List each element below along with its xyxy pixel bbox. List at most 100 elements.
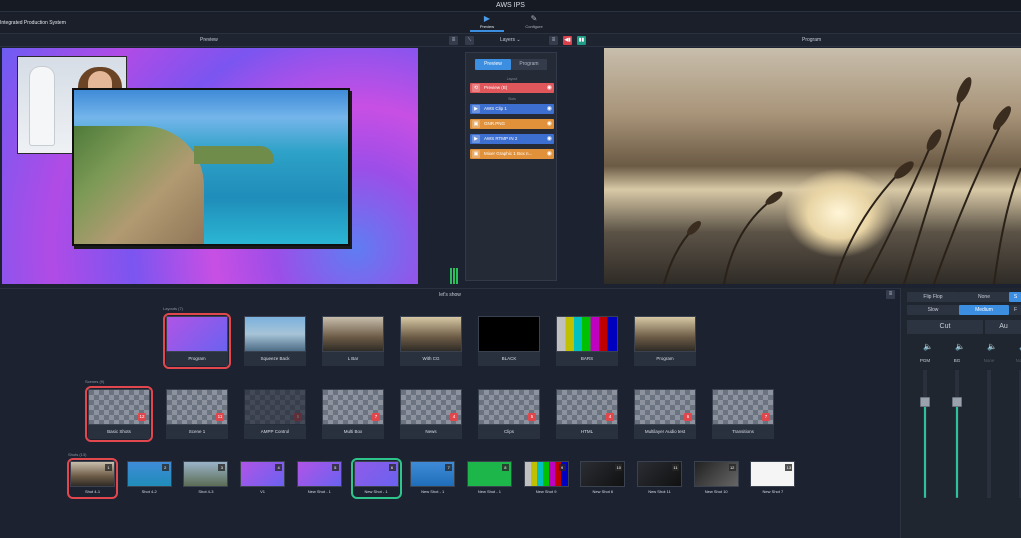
shot-card[interactable]: 12 New Shot 10 bbox=[693, 461, 739, 496]
scene-label: AMPP Control bbox=[244, 425, 306, 439]
layers-tab-program[interactable]: Program bbox=[511, 59, 547, 70]
layout-thumbnail bbox=[478, 316, 540, 352]
layout-card[interactable]: With CG bbox=[400, 316, 462, 366]
record-icon[interactable]: ◀▮ bbox=[563, 36, 572, 45]
speaker-icon[interactable]: 🔈 bbox=[923, 342, 933, 351]
layout-card[interactable]: Squeeze Back bbox=[244, 316, 306, 366]
scene-card[interactable]: 4 News bbox=[400, 389, 462, 439]
scene-card[interactable]: 6 Multilayer Audio test bbox=[634, 389, 696, 439]
shot-thumbnail: 4 bbox=[240, 461, 286, 487]
auto-button[interactable]: Au bbox=[985, 320, 1021, 334]
shot-label: New Shot 11 bbox=[648, 489, 671, 494]
preview-icon: ▶ bbox=[483, 14, 491, 23]
title-bar: AWS IPS bbox=[0, 0, 1021, 12]
eye-icon[interactable]: ◉ bbox=[547, 104, 552, 114]
shot-card[interactable]: 3 Shot 4-3 bbox=[183, 461, 229, 496]
speed-medium[interactable]: Medium bbox=[959, 305, 1009, 315]
fader-track[interactable] bbox=[987, 370, 991, 498]
audio-channel-strip: 🔈 PGM bbox=[915, 340, 943, 536]
layer-type-icon: ▣ bbox=[472, 150, 480, 158]
shot-card[interactable]: 7 New Shot - 1 bbox=[410, 461, 456, 496]
layers-panel: Preview Program Layout ⟲ Preview (B) ◉ Slo… bbox=[465, 52, 557, 281]
scene-thumbnail: 11 bbox=[166, 389, 228, 425]
shot-number: 3 bbox=[218, 464, 226, 471]
scene-card[interactable]: 7 Transitions bbox=[712, 389, 774, 439]
stats-icon[interactable]: ▮▮ bbox=[577, 36, 586, 45]
scene-count-badge: 4 bbox=[450, 413, 458, 421]
layout-label: Program bbox=[634, 352, 696, 366]
preview-monitor[interactable] bbox=[2, 48, 418, 284]
layer-type-icon: ▶ bbox=[472, 135, 480, 143]
nav-preview-button[interactable]: ▶ Preview bbox=[470, 14, 504, 32]
layout-card[interactable]: Program bbox=[163, 313, 231, 369]
shot-card[interactable]: 10 New Shot 6 bbox=[580, 461, 626, 496]
eye-icon[interactable]: ◉ bbox=[547, 119, 552, 129]
scenes-label: Scenes (9) bbox=[85, 379, 105, 384]
shot-card[interactable]: 4 V1 bbox=[240, 461, 286, 496]
layer-label: AWS Clip 1 bbox=[484, 106, 507, 111]
scene-label: Scene 1 bbox=[166, 425, 228, 439]
scene-card[interactable]: 7 Multi Box bbox=[322, 389, 384, 439]
scene-count-badge: 6 bbox=[684, 413, 692, 421]
fader-knob[interactable] bbox=[952, 397, 962, 408]
shot-card[interactable]: 6 New Shot - 1 bbox=[350, 458, 402, 499]
scene-card[interactable]: 5 AMPP Control bbox=[244, 389, 306, 439]
scene-card[interactable]: 5 Clips bbox=[478, 389, 540, 439]
speaker-icon[interactable]: 🔈 bbox=[987, 342, 997, 351]
layer-item[interactable]: ▣ Mixer Graphic 1 Box n... ◉ bbox=[470, 149, 554, 159]
scene-label: HTML bbox=[556, 425, 618, 439]
layers-tab-preview[interactable]: Preview bbox=[475, 59, 511, 70]
shot-card[interactable]: 8 New Shot - 1 bbox=[466, 461, 512, 496]
shot-card[interactable]: 11 New Shot 11 bbox=[637, 461, 682, 496]
mannequin-shape bbox=[30, 67, 54, 145]
shot-label: New Shot 10 bbox=[704, 489, 728, 494]
scene-label: Multi Box bbox=[322, 425, 384, 439]
layout-card[interactable]: Program bbox=[634, 316, 696, 366]
audio-channel-strip: 🔈 BG bbox=[947, 340, 975, 536]
layout-card[interactable]: BARS bbox=[556, 316, 618, 366]
program-menu-icon[interactable]: ≡ bbox=[549, 36, 558, 45]
speed-slow[interactable]: Slow bbox=[907, 305, 959, 315]
scene-count-badge: 12 bbox=[138, 413, 146, 421]
shot-label: V1 bbox=[260, 489, 266, 494]
preview-section-title: Preview bbox=[200, 37, 218, 43]
layer-item[interactable]: ▣ GNR.PNG ◉ bbox=[470, 119, 554, 129]
layout-card[interactable]: BLACK bbox=[478, 316, 540, 366]
eye-icon[interactable]: ◉ bbox=[547, 134, 552, 144]
layers-dropdown[interactable]: Layers ⌄ bbox=[500, 34, 521, 47]
program-monitor[interactable] bbox=[604, 48, 1021, 284]
shot-card[interactable]: 13 New Shot 7 bbox=[750, 461, 796, 496]
layer-type-icon: ▣ bbox=[472, 120, 480, 128]
shot-card[interactable]: 1 Shot 4-1 bbox=[67, 458, 118, 499]
layer-item[interactable]: ⟲ Preview (B) ◉ bbox=[470, 83, 554, 93]
transition-none[interactable]: None bbox=[959, 292, 1009, 302]
layers-group-layout: Layout bbox=[506, 77, 518, 81]
layer-item[interactable]: ▶ AWS RTMP IN 2 ◉ bbox=[470, 134, 554, 144]
shot-label: Shot 4-2 bbox=[141, 489, 157, 494]
shot-card[interactable]: 9 New Shot 9 bbox=[523, 461, 569, 496]
transition-flip-flop[interactable]: Flip Flop bbox=[907, 292, 959, 302]
speed-fast[interactable]: F bbox=[1009, 305, 1021, 315]
shot-thumbnail: 8 bbox=[466, 461, 512, 487]
layers-tool-icon[interactable]: ⟍ bbox=[465, 36, 474, 45]
nav-configure-button[interactable]: ✎ Configure bbox=[517, 14, 551, 32]
scene-card[interactable]: 12 Basic Shots bbox=[85, 386, 153, 442]
scene-card[interactable]: 4 HTML bbox=[556, 389, 618, 439]
eye-icon[interactable]: ◉ bbox=[547, 83, 552, 93]
transition-audio-panel: Flip Flop None S Slow Medium F Cut Au 🔈 P… bbox=[900, 288, 1021, 538]
shot-card[interactable]: 2 Shot 4-2 bbox=[126, 461, 172, 496]
speaker-icon[interactable]: 🔈 bbox=[955, 342, 965, 351]
scene-count-badge: 11 bbox=[216, 413, 224, 421]
transition-type-selected[interactable]: S bbox=[1009, 292, 1021, 302]
shot-card[interactable]: 5 New Shot - 1 bbox=[296, 461, 342, 496]
show-menu-icon[interactable]: ≡ bbox=[886, 290, 895, 299]
preview-menu-icon[interactable]: ≡ bbox=[449, 36, 458, 45]
eye-icon[interactable]: ◉ bbox=[547, 149, 552, 159]
layout-card[interactable]: L Bar bbox=[322, 316, 384, 366]
shot-number: 8 bbox=[501, 464, 509, 471]
fader-knob[interactable] bbox=[920, 397, 930, 408]
shot-number: 5 bbox=[331, 464, 339, 471]
layer-item[interactable]: ▶ AWS Clip 1 ◉ bbox=[470, 104, 554, 114]
scene-card[interactable]: 11 Scene 1 bbox=[166, 389, 228, 439]
cut-button[interactable]: Cut bbox=[907, 320, 983, 334]
